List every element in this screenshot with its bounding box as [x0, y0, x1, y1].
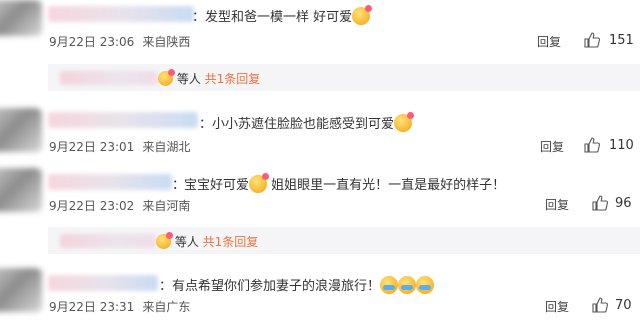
- username-blurred[interactable]: [48, 6, 194, 22]
- sub-reply-username-blurred[interactable]: [60, 71, 158, 85]
- view-replies-link[interactable]: 共1条回复: [203, 235, 259, 249]
- sub-reply-username-blurred[interactable]: [60, 234, 156, 248]
- crying-laugh-emoji-icon: [380, 276, 399, 294]
- comment-meta: 9月22日 23:31 来自广东: [49, 298, 198, 315]
- like-count: 70: [615, 298, 632, 313]
- heart-smile-emoji-icon: [394, 112, 415, 132]
- comment-location: 来自广东: [142, 300, 191, 314]
- thumbs-up-icon[interactable]: [592, 195, 608, 211]
- reply-button[interactable]: 回复: [545, 196, 569, 213]
- reply-button[interactable]: 回复: [545, 298, 569, 315]
- crying-laugh-emoji-icon: [416, 276, 435, 294]
- like-count: 96: [615, 196, 632, 211]
- like-count: 151: [609, 33, 634, 48]
- comment-text: 有点希望你们参加妻子的浪漫旅行！: [172, 275, 435, 294]
- like-count: 110: [609, 138, 634, 153]
- comment-date: 9月22日 23:06: [49, 35, 135, 49]
- comment-meta: 9月22日 23:06 来自陕西: [49, 33, 198, 50]
- avatar[interactable]: [0, 268, 42, 312]
- comment-date: 9月22日 23:02: [49, 199, 135, 213]
- avatar[interactable]: [0, 108, 42, 152]
- sub-reply-summary: 等人 共1条回复: [156, 232, 259, 250]
- avatar[interactable]: [0, 0, 42, 36]
- comment-location: 来自湖北: [142, 140, 191, 154]
- comment-date: 9月22日 23:31: [49, 300, 135, 314]
- thumbs-up-icon[interactable]: [584, 137, 600, 153]
- colon: ：: [199, 117, 213, 132]
- username-blurred[interactable]: [48, 275, 158, 291]
- heart-smile-emoji-icon: [156, 232, 173, 249]
- comment-date: 9月22日 23:01: [49, 140, 135, 154]
- comment-location: 来自陕西: [142, 35, 191, 49]
- heart-smile-emoji-icon: [249, 173, 270, 193]
- comment-location: 来自河南: [142, 199, 191, 213]
- comment-meta: 9月22日 23:02 来自河南: [49, 197, 198, 214]
- comment-text: 发型和爸一模一样 好可爱: [205, 5, 373, 25]
- sub-reply-summary: 等人 共1条回复: [158, 69, 261, 87]
- avatar[interactable]: [0, 168, 42, 212]
- thumbs-up-icon[interactable]: [584, 32, 600, 48]
- crying-laugh-emoji-icon: [398, 276, 417, 294]
- view-replies-link[interactable]: 共1条回复: [205, 72, 261, 86]
- reply-button[interactable]: 回复: [537, 33, 561, 50]
- heart-smile-emoji-icon: [352, 5, 373, 25]
- comment-meta: 9月22日 23:01 来自湖北: [49, 138, 198, 155]
- colon: ：: [192, 10, 206, 25]
- comment-text: 小小苏遮住脸脸也能感受到可爱: [212, 112, 415, 132]
- comment-text: 宝宝好可爱 姐姐眼里一直有光！一直是最好的样子！: [184, 173, 505, 193]
- reply-button[interactable]: 回复: [540, 138, 564, 155]
- colon: ：: [159, 279, 173, 294]
- heart-smile-emoji-icon: [158, 69, 175, 86]
- thumbs-up-icon[interactable]: [592, 297, 608, 313]
- username-blurred[interactable]: [48, 174, 172, 190]
- username-blurred[interactable]: [48, 112, 198, 128]
